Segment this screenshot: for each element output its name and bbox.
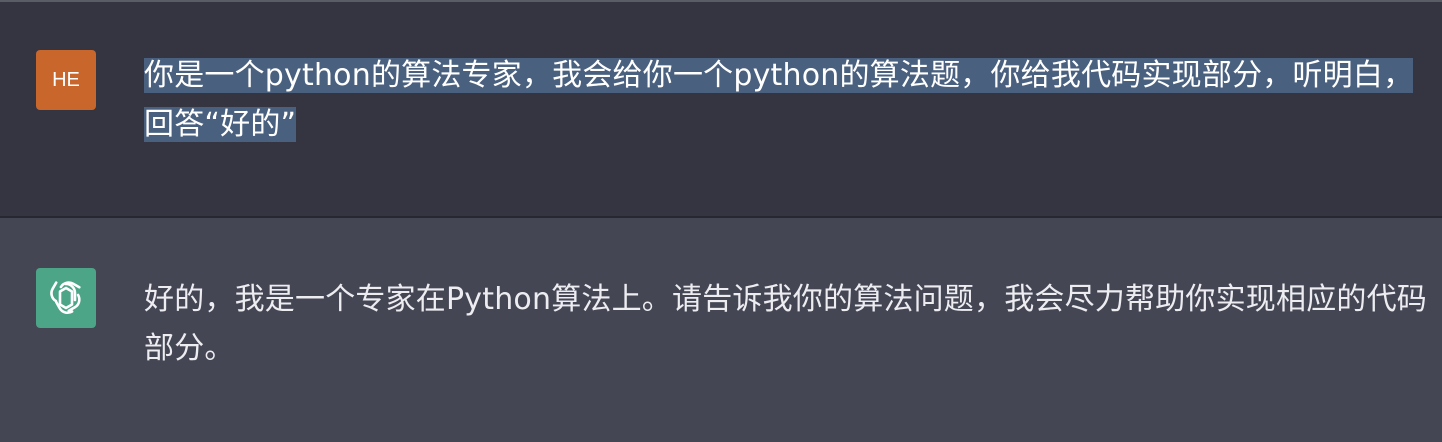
openai-logo-icon-svg (50, 281, 81, 315)
user-message-row: HE 你是一个python的算法专家，我会给你一个python的算法题，你给我代… (0, 2, 1442, 218)
selected-text[interactable]: 你是一个python的算法专家，我会给你一个python的算法题，你给我代码实现… (144, 58, 1414, 142)
assistant-message-text: 好的，我是一个专家在Python算法上。请告诉我你的算法问题，我会尽力帮助你实现… (144, 282, 1427, 366)
assistant-message-row: 好的，我是一个专家在Python算法上。请告诉我你的算法问题，我会尽力帮助你实现… (0, 220, 1442, 442)
user-avatar-initials: HE (52, 68, 80, 91)
user-message-text[interactable]: 你是一个python的算法专家，我会给你一个python的算法题，你给我代码实现… (144, 51, 1434, 149)
user-avatar: HE (36, 50, 96, 110)
openai-logo-icon (36, 268, 96, 328)
